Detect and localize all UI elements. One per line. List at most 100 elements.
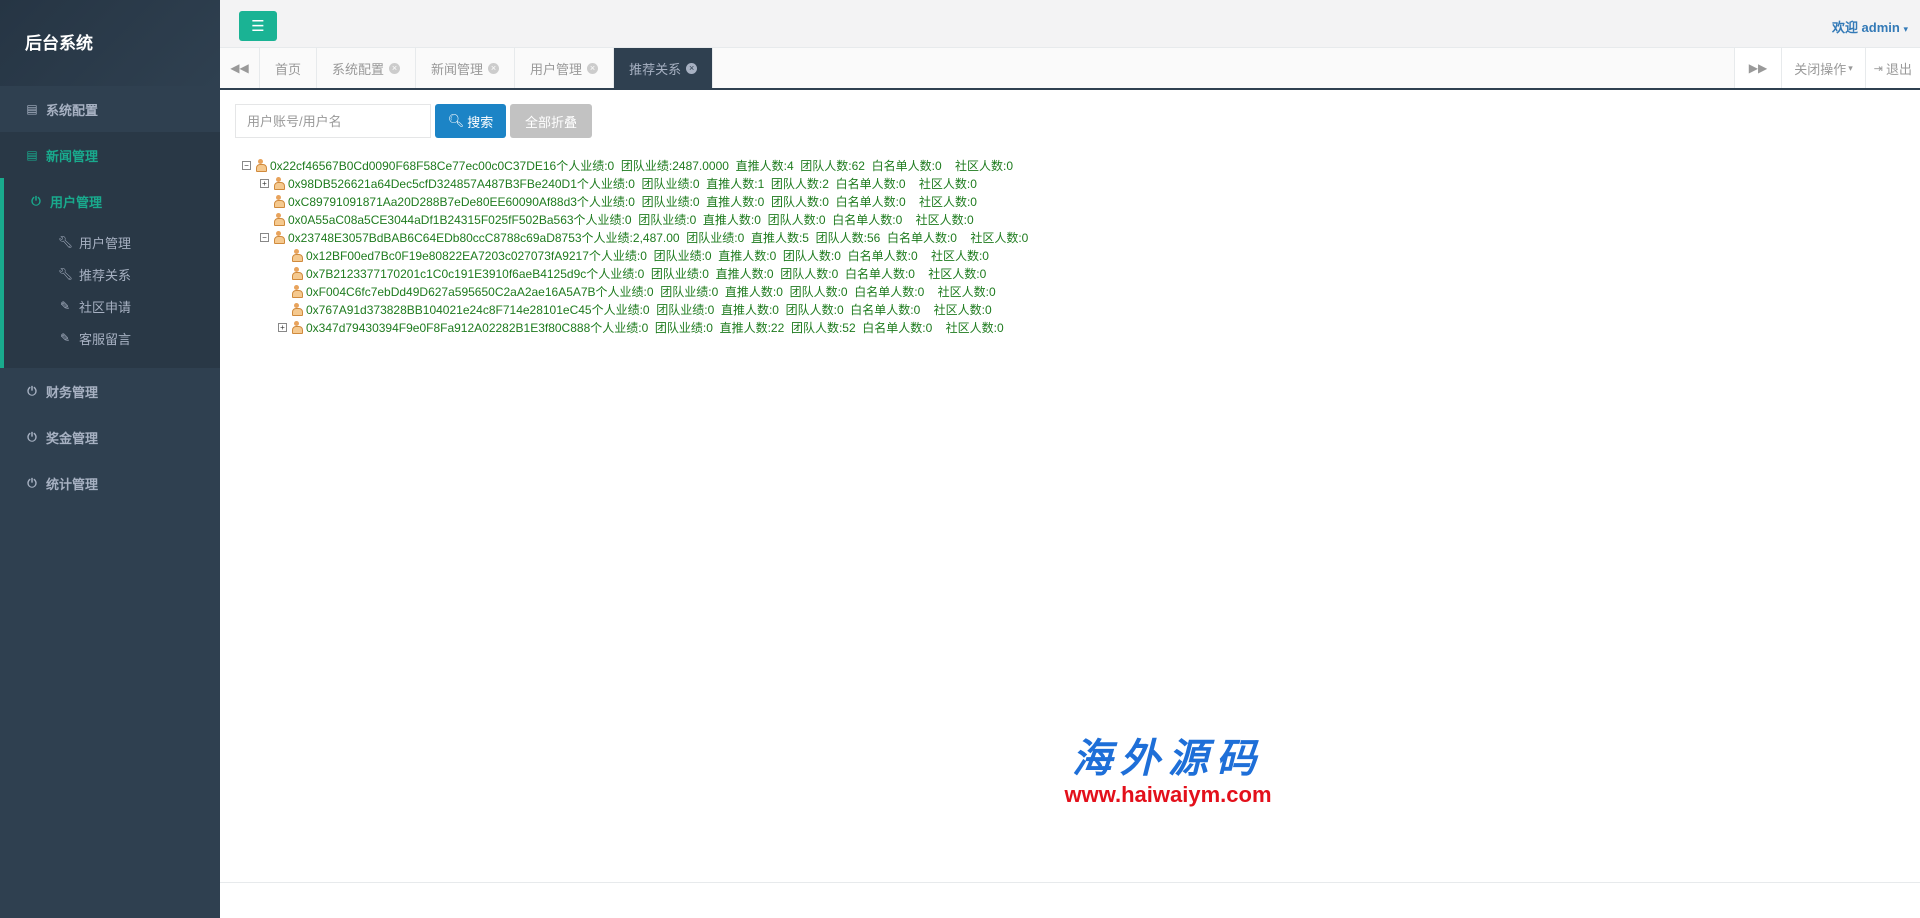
sidebar-subitem-user-manage[interactable]: 🔧︎ 用户管理 <box>4 226 220 258</box>
user-icon <box>255 159 267 172</box>
sidebar-item-news[interactable]: ▤ 新闻管理 <box>0 132 220 178</box>
user-icon <box>273 195 285 208</box>
search-icon: 🔍︎ <box>447 113 465 128</box>
tree-node[interactable]: +0x347d79430394F9e0F8Fa912A02282B1E3f80C… <box>278 318 1004 336</box>
tab-news[interactable]: 新闻管理 × <box>416 48 516 88</box>
expand-icon[interactable]: + <box>278 322 287 332</box>
user-icon <box>273 213 285 226</box>
document-icon: ▤ <box>26 102 38 116</box>
sidebar-group-users: ⏻ 用户管理 🔧︎ 用户管理 🔧︎ 推荐关系 ✎ 社区申请 ✎ 客服留言 <box>0 178 220 368</box>
close-ops-label: 关闭操作 <box>1794 61 1847 77</box>
close-icon[interactable]: × <box>686 62 698 74</box>
sign-out-icon: ⇥ <box>1873 62 1883 75</box>
edit-icon: ✎ <box>59 299 71 313</box>
power-icon: ⏻ <box>27 429 37 444</box>
close-operations-dropdown[interactable]: 关闭操作 ▾ <box>1781 48 1865 88</box>
sidebar-subitem-label: 用户管理 <box>79 235 132 251</box>
tab-home[interactable]: 首页 <box>260 48 318 88</box>
document-icon: ▤ <box>26 148 38 162</box>
sidebar-item-label: 统计管理 <box>46 476 99 492</box>
tree-node-text: 0x0A55aC08a5CE3044aDf1B24315F025fF502Ba5… <box>288 212 974 227</box>
wrench-icon: 🔧︎ <box>58 267 74 281</box>
watermark: 海外源码 www.haiwaiym.com <box>1018 726 1318 808</box>
sidebar-item-label: 用户管理 <box>50 194 103 210</box>
tree-node[interactable]: 0x0A55aC08a5CE3044aDf1B24315F025fF502Ba5… <box>260 210 974 228</box>
tree-node-text: 0x767A91d373828BB104021e24c8F714e28101eC… <box>306 302 992 317</box>
welcome-text: 欢迎 admin <box>1831 20 1900 35</box>
power-icon: ⏻ <box>27 475 37 490</box>
tree-node-text: 0x347d79430394F9e0F8Fa912A02282B1E3f80C8… <box>306 320 1004 335</box>
tree-node-text: 0x98DB526621a64Dec5cfD324857A487B3FBe240… <box>288 176 977 191</box>
main-content: 🔍︎ 搜索 全部折叠 − 0x22cf46567B0Cd0090F68F58Ce7… <box>220 90 1920 882</box>
sidebar-item-users[interactable]: ⏻ 用户管理 <box>4 178 220 224</box>
user-icon <box>273 231 285 244</box>
tabs-scroll-right-button[interactable]: ▶▶ <box>1733 48 1782 88</box>
search-button-label: 搜索 <box>467 114 494 130</box>
user-icon <box>291 267 303 280</box>
watermark-url: www.haiwaiym.com <box>1064 782 1272 807</box>
sidebar-subitem-referral[interactable]: 🔧︎ 推荐关系 <box>4 258 220 290</box>
sidebar-subitem-community-apply[interactable]: ✎ 社区申请 <box>4 290 220 322</box>
sidebar-item-bonus[interactable]: ⏻ 奖金管理 <box>0 414 220 460</box>
search-input[interactable] <box>235 104 431 138</box>
sidebar-subitem-support-messages[interactable]: ✎ 客服留言 <box>4 322 220 354</box>
sidebar-item-label: 新闻管理 <box>46 148 99 164</box>
sidebar-item-label: 财务管理 <box>46 384 99 400</box>
expand-icon[interactable]: + <box>260 178 269 188</box>
close-icon[interactable]: × <box>389 62 401 74</box>
tab-referral[interactable]: 推荐关系 × <box>614 48 714 88</box>
tree-node-text: 0x23748E3057BdBAB6C64EDb80ccC8788c69aD87… <box>288 230 1029 245</box>
collapse-all-button[interactable]: 全部折叠 <box>510 104 592 138</box>
close-icon[interactable]: × <box>488 62 500 74</box>
logout-label: 退出 <box>1885 61 1912 77</box>
forward-icon: ▶▶ <box>1748 61 1768 75</box>
footer <box>220 882 1920 918</box>
user-icon <box>291 285 303 298</box>
tab-label: 用户管理 <box>530 61 583 77</box>
sidebar-item-finance[interactable]: ⏻ 财务管理 <box>0 368 220 414</box>
tree-node-text: 0x7B2123377170201c1C0c191E3910f6aeB4125d… <box>306 266 987 281</box>
user-icon <box>291 321 303 334</box>
sidebar-subitem-label: 推荐关系 <box>79 267 132 283</box>
tree-node[interactable]: 0xC89791091871Aa20D288B7eDe80EE60090Af88… <box>260 192 977 210</box>
tree-node-text: 0x22cf46567B0Cd0090F68F58Ce77ec00c0C37DE… <box>270 158 1013 173</box>
sidebar-item-label: 系统配置 <box>46 102 99 118</box>
power-icon: ⏻ <box>31 193 41 208</box>
backward-icon: ◀◀ <box>230 61 249 75</box>
tree-node[interactable]: 0x12BF00ed7Bc0F19e80822EA7203c027073fA92… <box>278 246 989 264</box>
user-menu[interactable]: 欢迎 admin ▾ <box>1832 17 1908 36</box>
sidebar-item-system-config[interactable]: ▤ 系统配置 <box>0 86 220 132</box>
sidebar-item-statistics[interactable]: ⏻ 统计管理 <box>0 460 220 506</box>
close-icon[interactable]: × <box>587 62 599 74</box>
tree-node[interactable]: 0xF004C6fc7ebDd49D627a595650C2aA2ae16A5A… <box>278 282 996 300</box>
tabs-scroll-left-button[interactable]: ◀◀ <box>220 48 260 88</box>
tab-label: 首页 <box>275 61 302 77</box>
wrench-icon: 🔧︎ <box>58 235 74 249</box>
tree-node[interactable]: − 0x22cf46567B0Cd0090F68F58Ce77ec00c0C37D… <box>242 156 1013 174</box>
tree-node[interactable]: 0x767A91d373828BB104021e24c8F714e28101eC… <box>278 300 992 318</box>
menu-toggle-button[interactable]: ☰ <box>239 11 277 41</box>
sidebar-subitem-label: 客服留言 <box>79 331 132 347</box>
user-icon <box>291 303 303 316</box>
tree-node[interactable]: − 0x23748E3057BdBAB6C64EDb80ccC8788c69aD8… <box>260 228 1028 246</box>
tree-node[interactable]: 0x7B2123377170201c1C0c191E3910f6aeB4125d… <box>278 264 986 282</box>
sidebar: 后台系统 ▤ 系统配置 ▤ 新闻管理 ⏻ 用户管理 🔧︎ 用户管理 🔧︎ 推荐关… <box>0 0 220 918</box>
user-icon <box>273 177 285 190</box>
edit-icon: ✎ <box>59 331 71 345</box>
tab-users[interactable]: 用户管理 × <box>515 48 615 88</box>
tree-node-text: 0xF004C6fc7ebDd49D627a595650C2aA2ae16A5A… <box>306 284 996 299</box>
tab-label: 推荐关系 <box>629 61 682 77</box>
tree-node[interactable]: +0x98DB526621a64Dec5cfD324857A487B3FBe24… <box>260 174 977 192</box>
collapse-icon[interactable]: − <box>260 232 269 242</box>
power-icon: ⏻ <box>27 383 37 398</box>
sidebar-subitem-label: 社区申请 <box>79 299 132 315</box>
collapse-icon[interactable]: − <box>242 160 251 170</box>
search-button[interactable]: 🔍︎ 搜索 <box>435 104 506 138</box>
tab-system-config[interactable]: 系统配置 × <box>317 48 417 88</box>
logout-button[interactable]: ⇥ 退出 <box>1864 48 1920 88</box>
